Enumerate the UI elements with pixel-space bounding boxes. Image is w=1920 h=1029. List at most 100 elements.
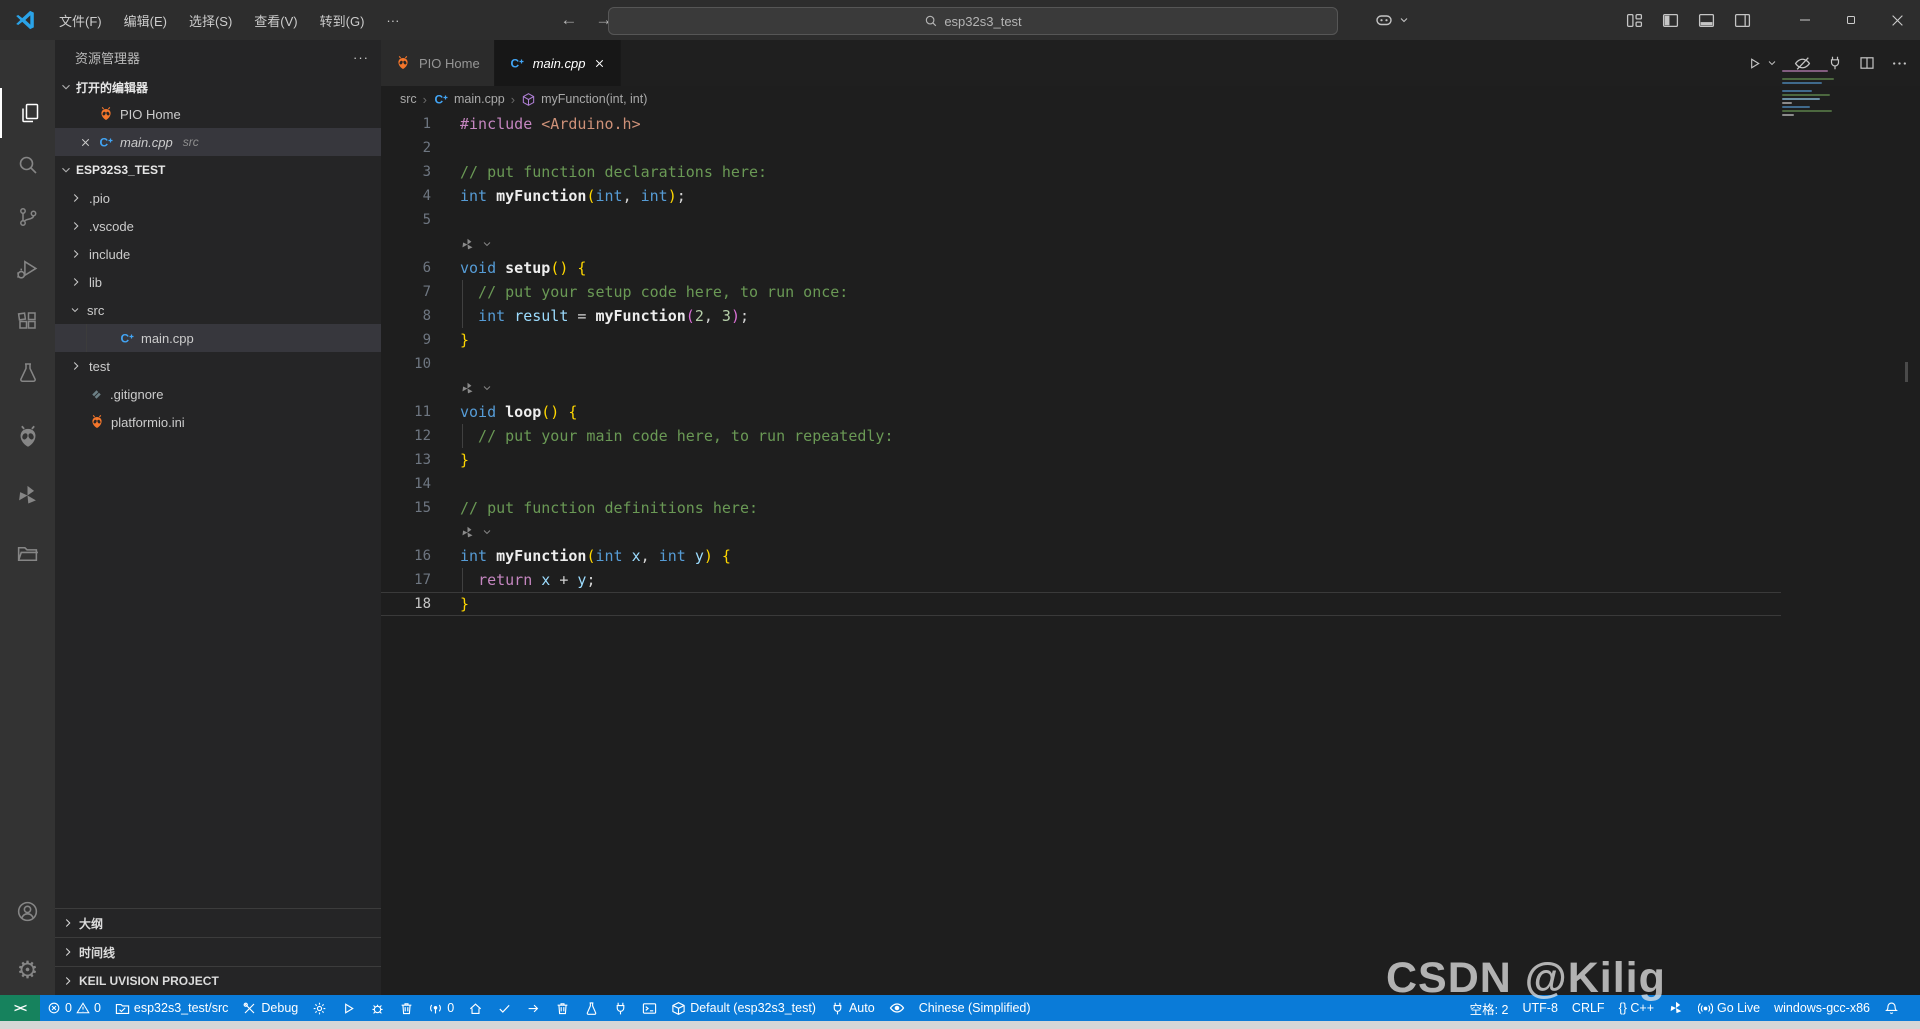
status-item-pio-debug[interactable]: Debug [235, 995, 305, 1021]
sidebar-more-actions-icon[interactable]: ··· [353, 50, 369, 65]
close-tab-icon[interactable] [593, 57, 606, 70]
code-line[interactable]: 13} [381, 448, 1920, 472]
breadcrumb-item[interactable]: src [400, 92, 417, 106]
tree-item-gitignore[interactable]: .gitignore [55, 380, 381, 408]
status-item-display-language[interactable]: Chinese (Simplified) [912, 995, 1038, 1021]
status-item-pio-terminal[interactable] [635, 995, 664, 1021]
menu-item-5[interactable]: ··· [375, 6, 410, 34]
split-editor-icon[interactable] [1859, 55, 1875, 71]
tree-item-src[interactable]: src [55, 296, 381, 324]
close-button[interactable] [1874, 0, 1920, 40]
status-item-port-auto[interactable]: Auto [823, 995, 882, 1021]
activity-test[interactable] [0, 348, 55, 398]
close-icon[interactable] [79, 136, 92, 149]
tree-item-main-cpp[interactable]: Cmain.cpp [55, 324, 381, 352]
code-line[interactable]: 8 int result = myFunction(2, 3); [381, 304, 1920, 328]
activity-codegeex[interactable] [0, 470, 55, 520]
tree-item-lib[interactable]: lib [55, 268, 381, 296]
code-line[interactable]: 2 [381, 136, 1920, 160]
breadcrumb-item[interactable]: myFunction(int, int) [521, 92, 647, 107]
status-item-compiler[interactable]: windows-gcc-x86 [1767, 995, 1877, 1021]
activity-accounts[interactable] [0, 886, 55, 936]
tree-item-include[interactable]: include [55, 240, 381, 268]
maximize-button[interactable] [1828, 0, 1874, 40]
status-item-problems[interactable]: 00 [40, 995, 108, 1021]
code-line[interactable]: 16 int myFunction(int x, int y) { [381, 544, 1920, 568]
serial-monitor-icon[interactable] [1827, 55, 1843, 71]
activity-extensions[interactable] [0, 296, 55, 346]
code-line[interactable]: 10 [381, 352, 1920, 376]
run-file-icon[interactable] [1747, 56, 1762, 71]
run-dropdown-icon[interactable] [1766, 57, 1778, 69]
activity-source-control[interactable] [0, 192, 55, 242]
status-item-pio-env[interactable]: Default (esp32s3_test) [664, 995, 823, 1021]
code-line[interactable]: 12 // put your main code here, to run re… [381, 424, 1920, 448]
code-line[interactable]: 3 // put function declarations here: [381, 160, 1920, 184]
tab-main-cpp[interactable]: Cmain.cpp [494, 40, 622, 86]
more-actions-icon[interactable] [1891, 55, 1908, 72]
activity-run-debug[interactable] [0, 244, 55, 294]
status-item-indentation[interactable]: 空格: 2 [1463, 995, 1516, 1021]
breadcrumb-item[interactable]: Cmain.cpp [433, 91, 505, 107]
tree-item-test[interactable]: test [55, 352, 381, 380]
menu-item-3[interactable]: 查看(V) [243, 6, 308, 34]
toggle-panel-icon[interactable] [1692, 6, 1720, 34]
status-item-eol[interactable]: CRLF [1565, 995, 1612, 1021]
activity-search[interactable] [0, 140, 55, 190]
code-line[interactable]: 17 return x + y; [381, 568, 1920, 592]
tree-item-platformio-ini[interactable]: platformio.ini [55, 408, 381, 436]
menu-item-0[interactable]: 文件(F) [48, 6, 113, 34]
status-item-run[interactable] [334, 995, 363, 1021]
code-line[interactable]: 1 #include <Arduino.h> [381, 112, 1920, 136]
status-item-toggle-preview[interactable] [882, 995, 912, 1021]
code-line[interactable]: 18} [381, 592, 1781, 616]
status-item-pio-clean[interactable] [548, 995, 577, 1021]
code-line[interactable]: 7 // put your setup code here, to run on… [381, 280, 1920, 304]
status-item-go-live[interactable]: Go Live [1691, 995, 1767, 1021]
minimize-button[interactable] [1782, 0, 1828, 40]
status-item-pio-test[interactable] [577, 995, 606, 1021]
status-item-config-gear[interactable] [305, 995, 334, 1021]
status-item-pio-upload[interactable] [519, 995, 548, 1021]
remote-indicator[interactable]: >< [0, 995, 40, 1021]
open-editors-header[interactable]: 打开的编辑器 [55, 74, 381, 100]
code-line[interactable]: 9} [381, 328, 1920, 352]
toggle-secondary-sidebar-icon[interactable] [1728, 6, 1756, 34]
sidebar-section-0[interactable]: 大纲 [55, 908, 381, 937]
code-line[interactable]: 11 void loop() { [381, 400, 1920, 424]
minimap[interactable] [1782, 70, 1846, 116]
status-item-notifications[interactable] [1877, 995, 1906, 1021]
status-item-codegeex-status[interactable] [1661, 995, 1691, 1021]
toggle-sidebar-icon[interactable] [1656, 6, 1684, 34]
status-item-pio-project-folder[interactable]: esp32s3_test/src [108, 995, 236, 1021]
back-icon[interactable]: ← [560, 10, 577, 30]
activity-settings[interactable]: ⚙ [0, 946, 55, 996]
code-line[interactable]: 14 [381, 472, 1920, 496]
menu-item-4[interactable]: 转到(G) [309, 6, 376, 34]
project-root-header[interactable]: ESP32S3_TEST [55, 156, 381, 184]
status-item-language-mode[interactable]: {} C++ [1612, 995, 1661, 1021]
toggle-hide-icon[interactable] [1794, 55, 1811, 72]
code-line[interactable]: 5 [381, 208, 1920, 232]
tree-item-vscode[interactable]: .vscode [55, 212, 381, 240]
status-item-pio-build[interactable] [490, 995, 519, 1021]
menu-item-2[interactable]: 选择(S) [178, 6, 243, 34]
menu-item-1[interactable]: 编辑(E) [113, 6, 178, 34]
code-line[interactable]: 4 int myFunction(int, int); [381, 184, 1920, 208]
activity-project-manager[interactable] [0, 528, 55, 578]
status-item-debug-bug[interactable] [363, 995, 392, 1021]
activity-explorer[interactable] [0, 88, 57, 138]
inline-suggest-widget[interactable] [381, 232, 1920, 256]
code-line[interactable]: 6 void setup() { [381, 256, 1920, 280]
status-item-encoding[interactable]: UTF-8 [1516, 995, 1565, 1021]
tab-pio-home[interactable]: PIO Home [381, 40, 495, 86]
copilot-menu[interactable] [1370, 6, 1410, 34]
open-editor-main-cpp[interactable]: Cmain.cpp src [55, 128, 381, 156]
open-editor-pio-home[interactable]: PIO Home [55, 100, 381, 128]
customize-layout-icon[interactable] [1620, 6, 1648, 34]
status-item-clean-1[interactable] [392, 995, 421, 1021]
tree-item-pio[interactable]: .pio [55, 184, 381, 212]
code-line[interactable]: 15 // put function definitions here: [381, 496, 1920, 520]
sidebar-section-1[interactable]: 时间线 [55, 937, 381, 966]
activity-platformio[interactable] [0, 412, 55, 462]
